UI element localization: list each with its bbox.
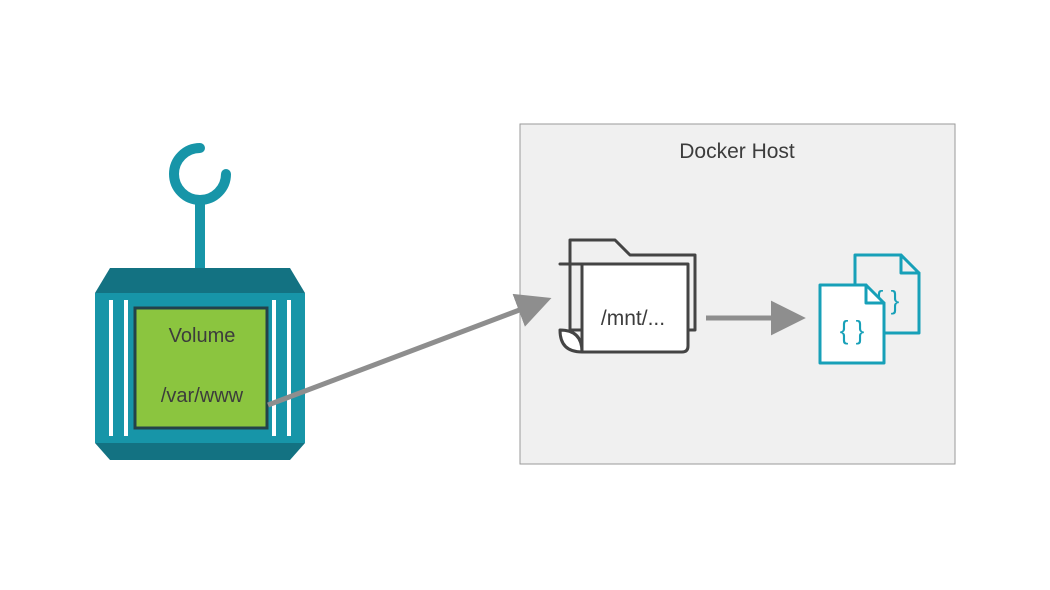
container-icon (95, 148, 305, 460)
code-file-front-icon: { } (820, 285, 884, 363)
arrow-volume-to-folder (268, 300, 546, 405)
svg-text:{ }: { } (840, 315, 865, 345)
folder-label: /mnt/... (601, 307, 665, 330)
docker-host-title: Docker Host (679, 140, 795, 163)
volume-label: Volume (169, 325, 236, 347)
diagram-canvas: Docker Host /mnt/... { } { } (0, 0, 1050, 590)
volume-path-label: /var/www (161, 385, 244, 407)
